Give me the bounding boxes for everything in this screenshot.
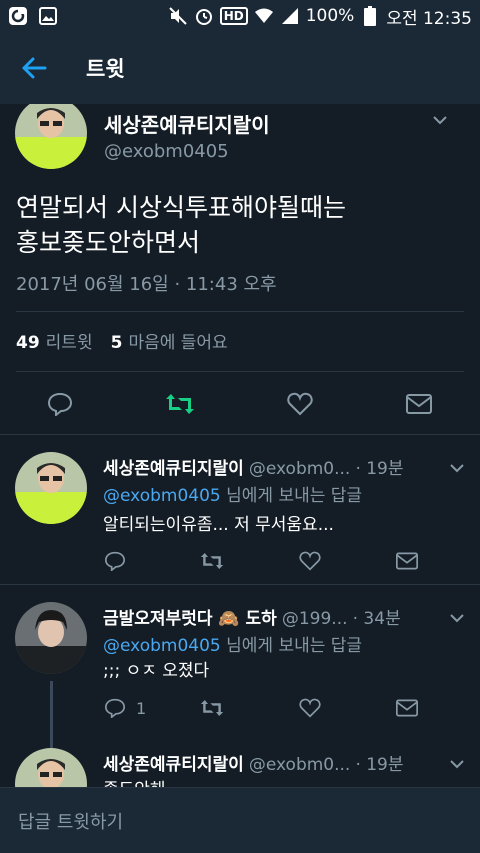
alarm-icon <box>194 6 214 26</box>
chevron-down-icon[interactable] <box>430 112 450 128</box>
retweet-button[interactable] <box>162 386 198 422</box>
tweet-timestamp: 2017년 06월 16일 · 11:43 오후 <box>16 274 277 295</box>
reply-author-handle[interactable]: @exobm0... <box>249 755 350 775</box>
reply-composer[interactable]: 답글 트윗하기 <box>0 787 480 853</box>
clock: 오전 12:35 <box>386 8 472 29</box>
avatar[interactable] <box>15 104 87 169</box>
tweet-author-name[interactable]: 세상존예큐티지랄이 <box>104 109 270 138</box>
reply-text: 좆도안해~~~ <box>103 777 208 787</box>
like-count[interactable]: 5 <box>111 333 123 353</box>
envelope-icon <box>396 552 418 570</box>
chevron-down-icon[interactable] <box>447 756 467 772</box>
avatar[interactable] <box>15 452 87 524</box>
reply-author-handle[interactable]: @199... <box>282 609 348 629</box>
tweet-text: 연말되서 시상식투표해야될때는 홍보좆도안하면서 <box>16 190 346 260</box>
app-icon <box>8 6 28 26</box>
retweet-icon <box>166 394 194 414</box>
tweet-text-line: 연말되서 시상식투표해야될때는 <box>16 193 346 222</box>
reply-icon <box>104 698 126 718</box>
reply-button[interactable] <box>97 543 133 579</box>
reply-tweet[interactable]: 세상존예큐티지랄이 @exobm0... · 19분 @exobm0405 님에… <box>0 435 480 584</box>
back-arrow-icon <box>22 57 47 79</box>
divider <box>16 371 464 372</box>
reply-time: · 19분 <box>355 459 404 479</box>
status-bar: HD 100% 오전 12:35 <box>0 0 480 32</box>
heart-icon <box>299 551 321 571</box>
wifi-icon <box>254 6 274 26</box>
avatar[interactable] <box>15 602 87 674</box>
retweet-icon <box>200 700 224 716</box>
reply-author-name[interactable]: 금발오져부럿다 🙈 도하 <box>103 609 277 629</box>
retweet-count[interactable]: 49 <box>16 333 40 353</box>
chevron-down-icon[interactable] <box>447 610 467 626</box>
main-tweet: 세상존예큐티지랄이 @exobm0405 연말되서 시상식투표해야될때는 홍보좆… <box>0 104 480 434</box>
like-button[interactable] <box>292 690 328 726</box>
reply-to-label: 님에게 보내는 답글 <box>226 486 363 506</box>
retweet-icon <box>200 553 224 569</box>
reply-to-label: 님에게 보내는 답글 <box>226 636 363 656</box>
hd-badge: HD <box>219 7 248 25</box>
reply-button[interactable] <box>42 386 78 422</box>
direct-message-button[interactable] <box>389 543 425 579</box>
direct-message-button[interactable] <box>389 690 425 726</box>
reply-tweet[interactable]: 세상존예큐티지랄이 @exobm0... · 19분 좆도안해~~~ <box>0 731 480 787</box>
reply-author-name[interactable]: 세상존예큐티지랄이 <box>103 755 244 775</box>
reply-to-link[interactable]: @exobm0405 <box>103 636 221 656</box>
reply-text: ;;; ㅇㅈ 오졌다 <box>103 661 210 681</box>
back-button[interactable] <box>4 32 64 104</box>
retweet-button[interactable] <box>194 543 230 579</box>
reply-author-name[interactable]: 세상존예큐티지랄이 <box>103 459 244 479</box>
reply-button[interactable] <box>97 690 133 726</box>
reply-text: 알티되는이유좀... 저 무서움요... <box>103 515 334 535</box>
mute-icon <box>168 6 188 26</box>
battery-percent: 100% <box>305 6 355 26</box>
gallery-icon <box>38 6 58 26</box>
retweet-button[interactable] <box>194 690 230 726</box>
page-title: 트윗 <box>86 57 125 81</box>
battery-icon <box>360 6 380 26</box>
retweet-label[interactable]: 리트윗 <box>46 328 93 353</box>
reply-icon <box>104 551 126 571</box>
like-button[interactable] <box>282 386 318 422</box>
tweet-stats: 49 리트윗 5 마음에 들어요 <box>16 328 228 353</box>
reply-time: · 34분 <box>352 609 401 629</box>
chevron-down-icon[interactable] <box>447 460 467 476</box>
envelope-icon <box>406 394 432 414</box>
reply-icon <box>47 392 73 416</box>
like-label[interactable]: 마음에 들어요 <box>128 328 227 353</box>
reply-to-link[interactable]: @exobm0405 <box>103 486 221 506</box>
divider <box>16 311 464 312</box>
tweet-text-line: 홍보좆도안하면서 <box>16 228 201 257</box>
composer-placeholder[interactable]: 답글 트윗하기 <box>18 808 123 834</box>
envelope-icon <box>396 699 418 717</box>
reply-author-handle[interactable]: @exobm0... <box>249 459 350 479</box>
direct-message-button[interactable] <box>401 386 437 422</box>
app-header: 트윗 <box>0 32 480 104</box>
tweet-detail: 세상존예큐티지랄이 @exobm0405 연말되서 시상식투표해야될때는 홍보좆… <box>0 104 480 787</box>
reply-count: 1 <box>136 699 147 718</box>
heart-icon <box>287 392 313 416</box>
reply-time: · 19분 <box>355 755 404 775</box>
signal-icon <box>280 6 300 26</box>
heart-icon <box>299 698 321 718</box>
reply-tweet[interactable]: 금발오져부럿다 🙈 도하 @199... · 34분 @exobm0405 님에… <box>0 585 480 787</box>
tweet-author-handle[interactable]: @exobm0405 <box>104 141 229 162</box>
avatar[interactable] <box>15 748 87 787</box>
like-button[interactable] <box>292 543 328 579</box>
